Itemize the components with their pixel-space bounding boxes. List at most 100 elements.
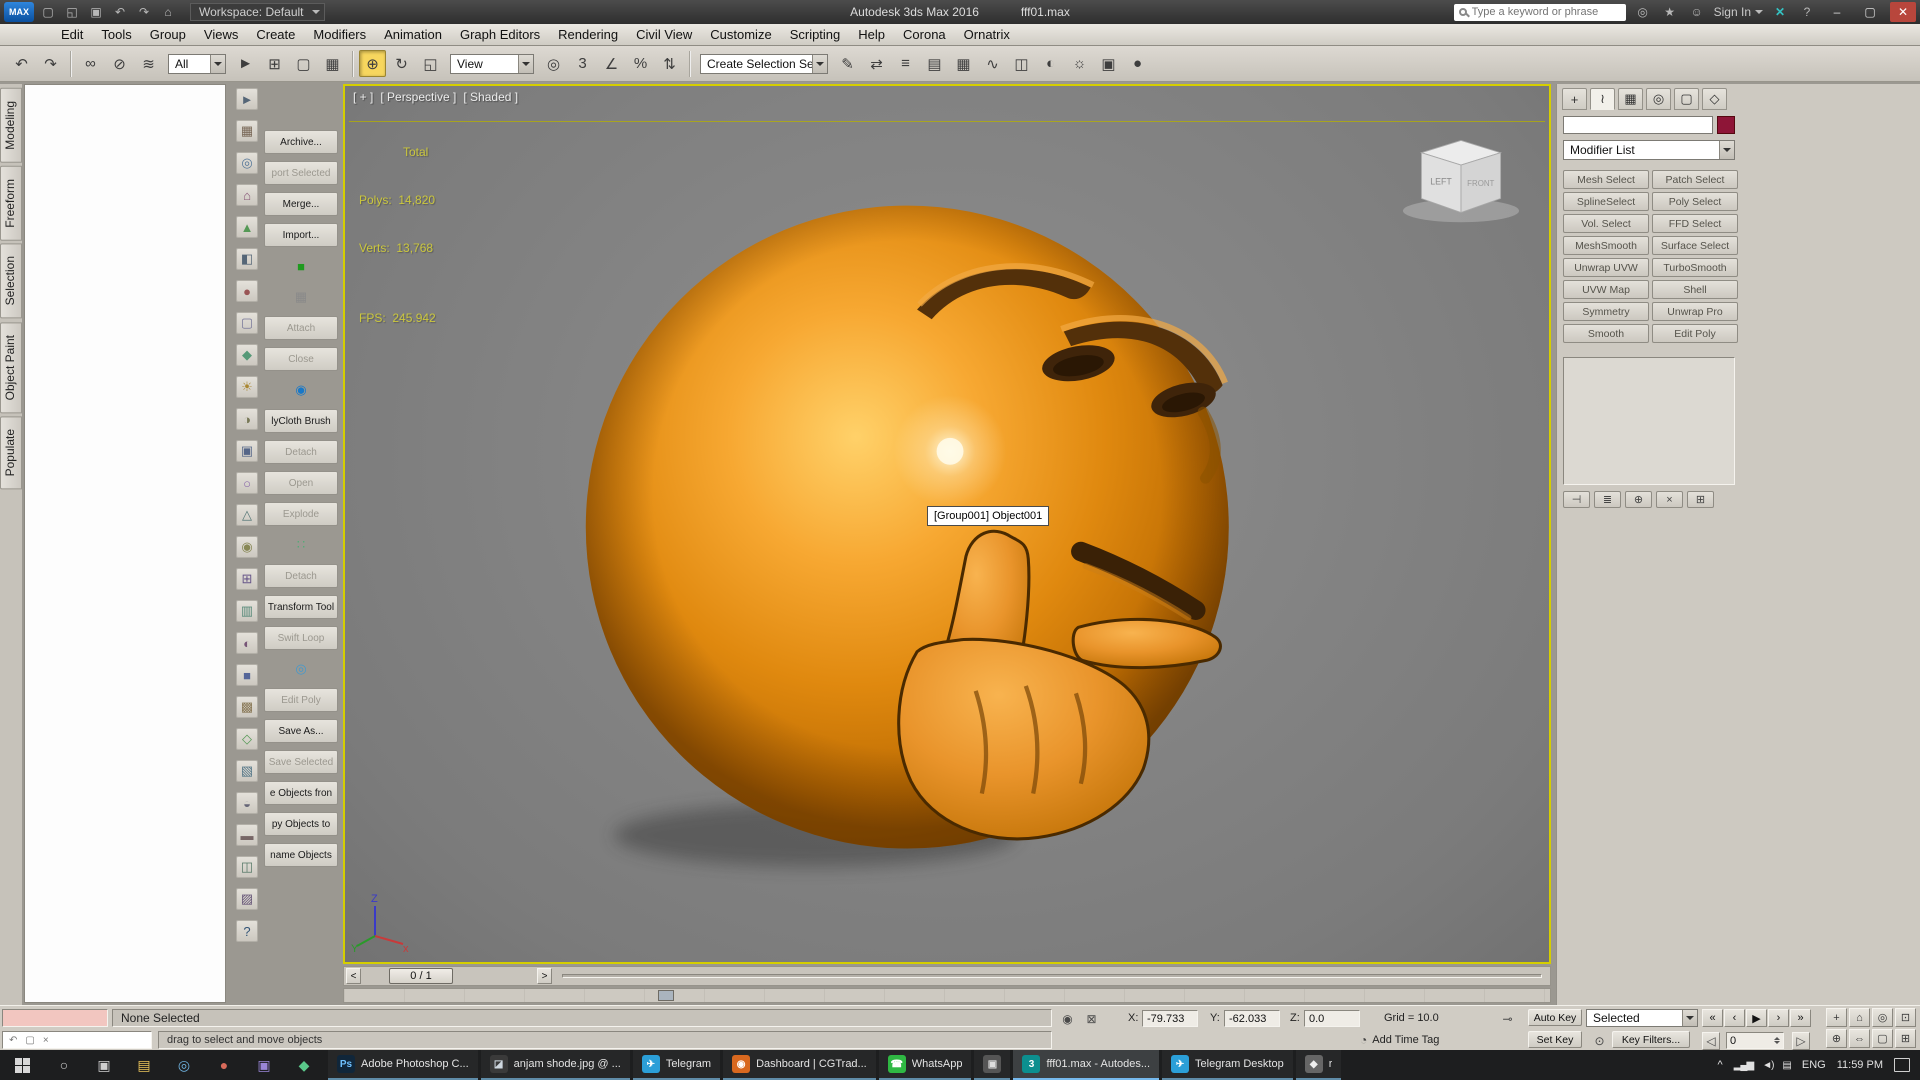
tool-icon[interactable]: ◫ <box>236 856 258 878</box>
help-icon[interactable]: ? <box>1797 3 1817 21</box>
named-selection-set-dropdown[interactable]: Create Selection Se <box>700 53 828 74</box>
sign-in-button[interactable]: Sign In <box>1714 5 1763 19</box>
redo-icon[interactable]: ↷ <box>37 50 64 77</box>
viewport-menu-shading[interactable]: [ Shaded ] <box>463 90 518 104</box>
task-view-button[interactable]: ▣ <box>84 1050 124 1080</box>
rendered-frame-window-icon[interactable]: ▣ <box>1095 50 1122 77</box>
menu-item[interactable]: Edit <box>52 25 92 44</box>
stack-tool-button[interactable]: ⊕ <box>1625 491 1652 508</box>
tool-icon[interactable]: ◉ <box>236 536 258 558</box>
reference-coordinate-dropdown[interactable]: View <box>450 53 534 74</box>
tool-button[interactable]: port Selected <box>264 161 338 185</box>
viewport-nav-button[interactable]: ⊕ <box>1826 1029 1847 1048</box>
taskbar-app-untitled[interactable]: ▣ <box>974 1050 1011 1080</box>
playback-button[interactable]: ‹ <box>1724 1009 1745 1027</box>
tool-icon[interactable]: ▬ <box>236 824 258 846</box>
tool-icon[interactable]: ◒ <box>236 792 258 814</box>
tool-icon[interactable]: ⊞ <box>236 568 258 590</box>
mirror-icon[interactable]: ⇄ <box>863 50 890 77</box>
next-frame-arrow[interactable]: ▷ <box>1792 1032 1810 1050</box>
tool-button[interactable]: Attach <box>264 316 338 340</box>
playback-button[interactable]: « <box>1702 1009 1723 1027</box>
thinking-emoji-model[interactable] <box>585 205 1229 867</box>
stack-tool-button[interactable]: ≣ <box>1594 491 1621 508</box>
taskbar-app-r[interactable]: ◆ r <box>1295 1050 1342 1080</box>
pinned-app-icon[interactable]: ● <box>204 1050 244 1080</box>
menu-item[interactable]: Help <box>849 25 894 44</box>
modifier-button[interactable]: Unwrap UVW <box>1563 258 1649 277</box>
edit-named-selections-icon[interactable]: ✎ <box>834 50 861 77</box>
modifier-button[interactable]: Vol. Select <box>1563 214 1649 233</box>
workspace-selector[interactable]: Workspace: Default <box>190 3 325 21</box>
modifier-button[interactable]: SplineSelect <box>1563 192 1649 211</box>
tool-button[interactable]: Save Selected <box>264 750 338 774</box>
motion-tab[interactable]: ◎ <box>1646 88 1671 110</box>
tool-button[interactable]: Archive... <box>264 130 338 154</box>
key-selection-set-dropdown[interactable]: Selected <box>1586 1009 1698 1027</box>
menu-item[interactable]: Scripting <box>781 25 850 44</box>
tool-icon[interactable]: ☀ <box>236 376 258 398</box>
taskbar-app-photoshop[interactable]: Ps Adobe Photoshop C... <box>328 1050 478 1080</box>
align-icon[interactable]: ≡ <box>892 50 919 77</box>
unlink-selection-icon[interactable]: ⊘ <box>106 50 133 77</box>
tool-icon[interactable]: ○ <box>236 472 258 494</box>
time-slider-next[interactable]: > <box>537 968 552 984</box>
render-setup-icon[interactable]: ☼ <box>1066 50 1093 77</box>
cortana-search-button[interactable]: ○ <box>44 1050 84 1080</box>
menu-item[interactable]: Civil View <box>627 25 701 44</box>
isolate-selection-icon[interactable]: ◉ <box>1058 1010 1077 1028</box>
pinned-app-icon[interactable]: ◎ <box>164 1050 204 1080</box>
maxscript-mini-listener-white[interactable]: ↶ ▢ × <box>2 1031 152 1049</box>
spinner-snap-icon[interactable]: ⇅ <box>656 50 683 77</box>
tray-chevron-icon[interactable]: ^ <box>1718 1059 1723 1071</box>
tool-button[interactable]: Import... <box>264 223 338 247</box>
modifier-button[interactable]: UVW Map <box>1563 280 1649 299</box>
ribbon-toggle-icon[interactable]: ▦ <box>950 50 977 77</box>
network-icon[interactable]: ▂▄▆ <box>1734 1060 1754 1071</box>
select-by-name-icon[interactable]: ⊞ <box>261 50 288 77</box>
menu-item[interactable]: Modifiers <box>304 25 375 44</box>
select-and-rotate-icon[interactable]: ↻ <box>388 50 415 77</box>
current-frame-field[interactable]: 0 <box>1726 1032 1784 1049</box>
track-bar-marker[interactable] <box>657 990 674 1001</box>
menu-item[interactable]: Graph Editors <box>451 25 549 44</box>
taskbar-app-telegram[interactable]: ✈ Telegram <box>632 1050 721 1080</box>
key-filters-button[interactable]: Key Filters... <box>1612 1031 1690 1048</box>
add-time-tag[interactable]: ◔ Add Time Tag <box>1360 1033 1439 1047</box>
tool-button[interactable]: py Objects to <box>264 812 338 836</box>
select-and-move-icon[interactable]: ⊕ <box>359 50 386 77</box>
key-filters-toggle-icon[interactable]: ⊙ <box>1590 1032 1609 1050</box>
tool-icon[interactable]: ? <box>236 920 258 942</box>
tool-button[interactable]: Save As... <box>264 719 338 743</box>
tool-button[interactable]: Swift Loop <box>264 626 338 650</box>
taskbar-app-browser[interactable]: ◉ Dashboard | CGTrad... <box>723 1050 876 1080</box>
tool-icon[interactable]: ▥ <box>236 600 258 622</box>
tool-button[interactable]: Open <box>264 471 338 495</box>
tool-button[interactable]: ■ <box>264 254 338 278</box>
tool-icon[interactable]: ● <box>236 280 258 302</box>
undo-icon[interactable]: ↶ <box>110 3 130 21</box>
menu-item[interactable]: Customize <box>701 25 780 44</box>
utilities-tab[interactable]: ◇ <box>1702 88 1727 110</box>
app-menu-button[interactable]: MAX <box>4 2 34 22</box>
frame-spinner[interactable] <box>1774 1034 1780 1047</box>
modifier-button[interactable]: FFD Select <box>1652 214 1738 233</box>
create-tab[interactable]: + <box>1562 88 1587 110</box>
select-and-link-icon[interactable]: ∞ <box>77 50 104 77</box>
tool-icon[interactable]: ▨ <box>236 888 258 910</box>
viewport-nav-button[interactable]: + <box>1826 1008 1847 1027</box>
view-cube[interactable]: LEFT FRONT <box>1395 130 1527 230</box>
playback-button[interactable]: » <box>1790 1009 1811 1027</box>
ribbon-tab[interactable]: Freeform <box>0 165 22 241</box>
modifier-button[interactable]: TurboSmooth <box>1652 258 1738 277</box>
autodesk-x-icon[interactable]: ✕ <box>1770 3 1790 21</box>
tool-icon[interactable]: ▲ <box>236 216 258 238</box>
selection-region-icon[interactable]: ▢ <box>290 50 317 77</box>
playback-button[interactable]: › <box>1768 1009 1789 1027</box>
set-key-button[interactable]: Set Key <box>1528 1031 1582 1048</box>
tool-icon[interactable]: ▢ <box>236 312 258 334</box>
taskbar-app-image[interactable]: ◪ anjam shode.jpg @ ... <box>480 1050 630 1080</box>
viewport-nav-button[interactable]: ⇔ <box>1849 1029 1870 1048</box>
communication-center-icon[interactable]: ◎ <box>1633 3 1653 21</box>
clock[interactable]: 11:59 PM <box>1837 1059 1883 1071</box>
